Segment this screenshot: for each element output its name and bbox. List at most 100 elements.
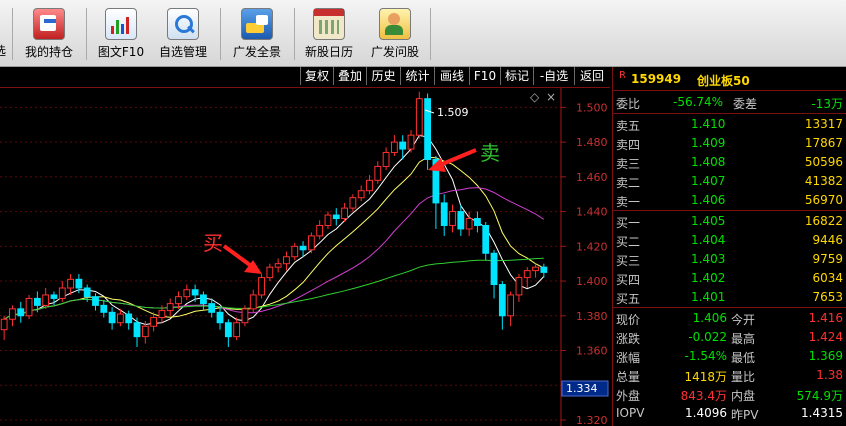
candle	[424, 98, 432, 160]
toolbar-fragment[interactable]: 选	[0, 4, 10, 64]
candle	[258, 277, 265, 296]
bid-volume: 9446	[812, 233, 843, 247]
candle	[17, 308, 25, 317]
bid-volume: 16822	[804, 214, 843, 228]
candle	[9, 308, 16, 320]
my-positions-button[interactable]: 我的持仓	[18, 4, 80, 64]
ask-volume: 17867	[804, 136, 843, 150]
quote-stat-row[interactable]: 总量 1418万 量比 1.38	[613, 366, 846, 385]
ask-stock-button[interactable]: 广发问股	[364, 4, 426, 64]
quote-stat-row[interactable]: 现价 1.406 今开 1.416	[613, 309, 846, 328]
watchlist-manage-label: 自选管理	[158, 45, 207, 59]
candle	[291, 245, 299, 258]
candle	[299, 245, 307, 251]
security-code: 159949	[631, 72, 682, 86]
ask-price: 1.408	[691, 155, 726, 169]
bid-volume: 7653	[812, 290, 843, 304]
panorama-button[interactable]: 广发全景	[226, 4, 288, 64]
candles	[0, 91, 548, 348]
stat-value: 1.406	[692, 311, 727, 325]
candle	[349, 197, 357, 209]
mark-button[interactable]: 标记	[500, 67, 533, 85]
stat-value: 1.424	[808, 330, 843, 344]
candle	[457, 211, 465, 230]
bid-price: 1.401	[691, 290, 726, 304]
ask-level-label: 卖三	[616, 157, 641, 171]
ask-stock-icon	[379, 8, 411, 40]
bid-level-row[interactable]: 买二 1.404 9446	[613, 231, 846, 250]
quote-stat-row[interactable]: 涨跌 -0.022 最高 1.424	[613, 328, 846, 347]
ask-price: 1.409	[691, 136, 726, 150]
candle	[274, 263, 282, 268]
remove-watchlist-button[interactable]: -自选	[533, 67, 574, 85]
ask-level-label: 卖五	[616, 119, 641, 133]
candle	[390, 141, 398, 154]
toolbar-divider	[86, 8, 87, 60]
chart-f10-button[interactable]: 图文F10	[92, 4, 150, 64]
stat-value: 574.9万	[796, 389, 843, 403]
divider	[613, 307, 846, 308]
adjust-button[interactable]: 复权	[300, 67, 333, 85]
code-prefix: R	[619, 70, 626, 81]
candle	[141, 325, 149, 338]
candle	[515, 277, 523, 296]
high-price-label: 1.509	[437, 106, 469, 119]
candle	[158, 310, 166, 319]
candle	[449, 211, 456, 226]
candle	[175, 296, 182, 305]
candle	[216, 311, 224, 324]
candlestick-chart[interactable]: 1.500 1.480 1.460 1.440 1.420 1.400 1.380 1.360…	[0, 88, 611, 426]
bid-price: 1.403	[691, 252, 726, 266]
my-positions-label: 我的持仓	[24, 45, 73, 59]
overlay-button[interactable]: 叠加	[333, 67, 366, 85]
stats-button[interactable]: 统计	[400, 67, 434, 85]
bid-level-row[interactable]: 买五 1.401 7653	[613, 288, 846, 307]
bid-level-row[interactable]: 买三 1.403 9759	[613, 250, 846, 269]
back-button[interactable]: 返回	[574, 67, 609, 85]
stat-label: 总量	[616, 370, 641, 384]
bid-level-row[interactable]: 买四 1.402 6034	[613, 269, 846, 288]
ask-level-row[interactable]: 卖五 1.410 13317	[613, 115, 846, 134]
ask-level-row[interactable]: 卖二 1.407 41382	[613, 172, 846, 191]
stat-label: 最高	[731, 332, 756, 346]
quote-stat-row[interactable]: IOPV 1.4096 昨PV 1.4315	[613, 404, 846, 423]
y-tick-label: 1.480	[576, 136, 608, 149]
panorama-icon	[241, 8, 273, 40]
f10-button[interactable]: F10	[469, 67, 500, 85]
candle	[374, 165, 382, 181]
bid-level-row[interactable]: 买一 1.405 16822	[613, 212, 846, 231]
candle	[266, 266, 274, 279]
diamond-marker[interactable]: ◇	[530, 90, 540, 104]
bid-volume: 9759	[812, 252, 843, 266]
ask-price: 1.407	[691, 174, 726, 188]
candle	[332, 214, 340, 220]
stat-label: 今开	[731, 313, 756, 327]
ask-price: 1.410	[691, 117, 726, 131]
portfolio-icon	[33, 8, 65, 40]
candle	[75, 278, 83, 289]
sell-annotation-text: 卖	[480, 141, 500, 165]
quote-stat-row[interactable]: 涨幅 -1.54% 最低 1.369	[613, 347, 846, 366]
candle	[532, 266, 539, 272]
divider	[613, 113, 846, 114]
ask-level-row[interactable]: 卖一 1.406 56970	[613, 191, 846, 210]
order-diff-value: -13万	[811, 97, 843, 111]
close-marker[interactable]: ×	[546, 90, 556, 104]
candle	[116, 313, 124, 324]
panorama-label: 广发全景	[232, 45, 281, 59]
quote-stat-row[interactable]: 外盘 843.4万 内盘 574.9万	[613, 385, 846, 404]
ask-volume: 41382	[804, 174, 843, 188]
y-tick-label: 1.360	[576, 345, 608, 358]
candle	[100, 304, 108, 313]
history-button[interactable]: 历史	[366, 67, 400, 85]
candle	[341, 207, 348, 220]
watchlist-manage-button[interactable]: 自选管理	[152, 4, 214, 64]
ipo-calendar-button[interactable]: 新股日历	[300, 4, 358, 64]
ask-level-row[interactable]: 卖三 1.408 50596	[613, 153, 846, 172]
candle	[58, 287, 66, 299]
ask-level-row[interactable]: 卖四 1.409 17867	[613, 134, 846, 153]
y-tick-label: 1.440	[576, 206, 608, 219]
calendar-icon	[313, 8, 345, 40]
draw-line-button[interactable]: 画线	[434, 67, 469, 85]
order-diff-label: 委差	[733, 97, 758, 111]
